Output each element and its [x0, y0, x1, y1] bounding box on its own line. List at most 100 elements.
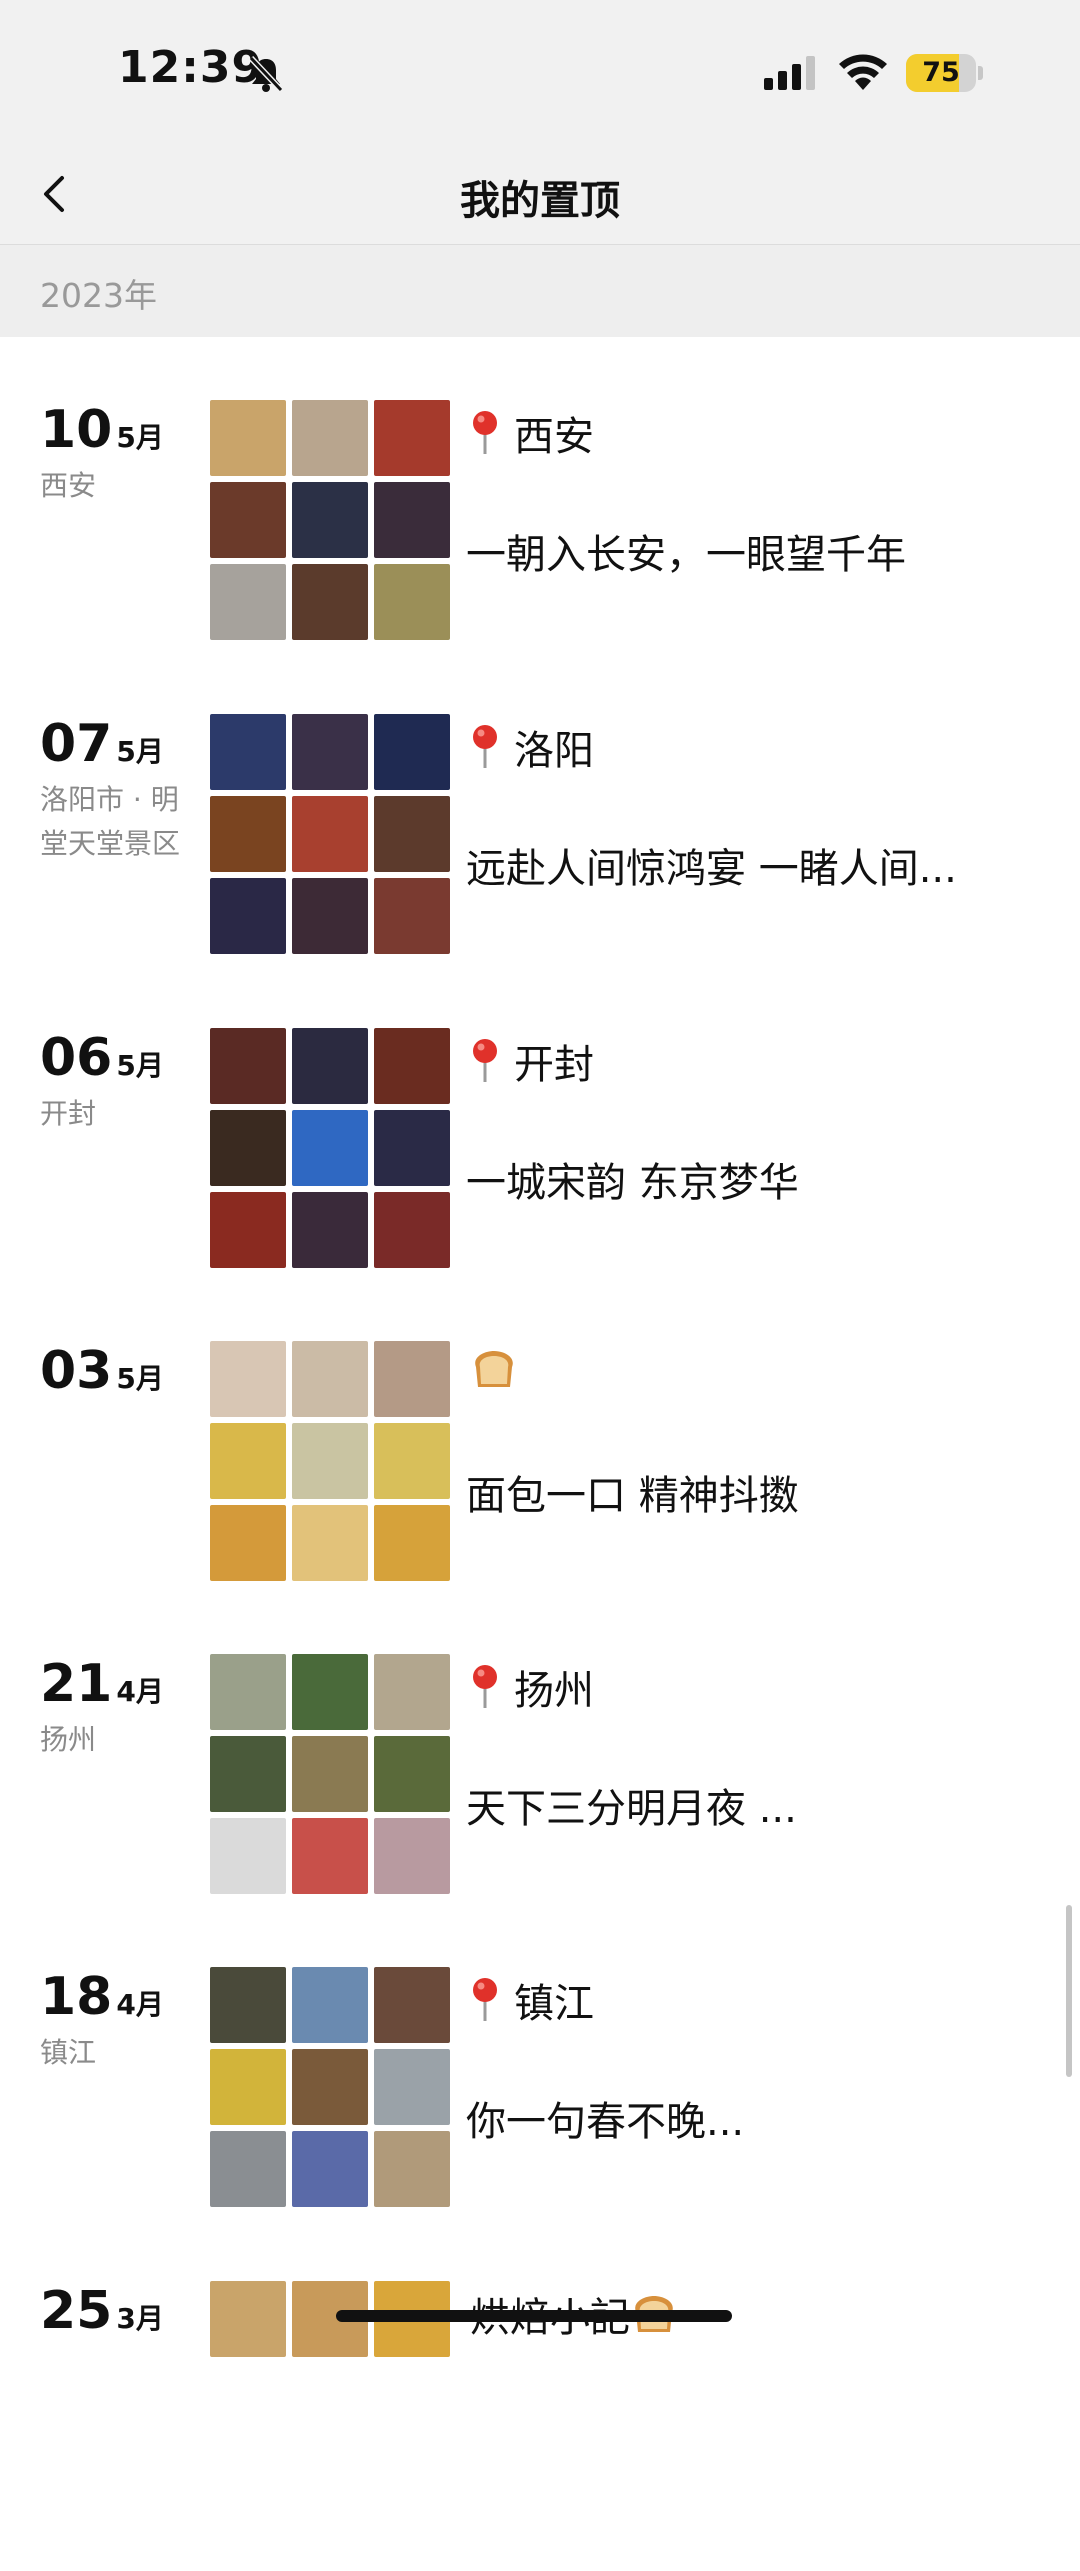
photo-thumbnail [210, 1341, 286, 1417]
entry-month: 4月 [116, 1988, 164, 2021]
entry-day: 03 [40, 1341, 113, 1401]
photo-thumbnail [210, 878, 286, 954]
photo-grid[interactable] [210, 1028, 450, 1268]
photo-thumbnail [374, 2131, 450, 2207]
photo-thumbnail [292, 1110, 368, 1186]
entry-caption: 远赴人间惊鸿宴 一睹人间... [466, 846, 957, 892]
entry-date: 25 3月 [40, 2281, 190, 2341]
status-bar: 12:39 75 [0, 0, 1080, 150]
photo-thumbnail [374, 1736, 450, 1812]
photo-thumbnail [374, 1341, 450, 1417]
photo-thumbnail [292, 1654, 368, 1730]
entry-place: 镇江 [40, 2036, 97, 2069]
photo-thumbnail [374, 1192, 450, 1268]
photo-thumbnail [210, 796, 286, 872]
entry-location-line: 镇江 [470, 1971, 594, 2029]
photo-thumbnail [292, 2131, 368, 2207]
photo-thumbnail [292, 400, 368, 476]
entry-day: 06 [40, 1028, 113, 1088]
photo-thumbnail [374, 796, 450, 872]
photo-thumbnail [292, 1736, 368, 1812]
pinned-entry[interactable]: 07 5月 洛阳市 · 明堂天堂景区 洛阳 远赴人间惊鸿宴 一睹人间... [0, 714, 1080, 1004]
photo-thumbnail [292, 1341, 368, 1417]
photo-thumbnail [292, 1423, 368, 1499]
entry-place: 洛阳市 · 明堂天堂景区 [40, 783, 181, 860]
pinned-entry[interactable]: 18 4月 镇江 镇江 你一句春不晚... [0, 1967, 1080, 2257]
photo-thumbnail [210, 1505, 286, 1581]
scroll-indicator[interactable] [1066, 1905, 1072, 2077]
entry-location-line: 洛阳 [470, 718, 594, 776]
entry-date: 06 5月 开封 [40, 1028, 190, 1136]
photo-thumbnail [210, 2281, 286, 2357]
entry-month: 5月 [116, 735, 164, 768]
photo-thumbnail [374, 1654, 450, 1730]
entry-date: 18 4月 镇江 [40, 1967, 190, 2075]
battery-indicator: 75 [906, 54, 984, 92]
photo-thumbnail [210, 400, 286, 476]
photo-thumbnail [292, 714, 368, 790]
photo-thumbnail [292, 878, 368, 954]
pin-icon [470, 410, 500, 456]
entry-location: 洛阳 [514, 728, 594, 774]
photo-thumbnail [210, 1423, 286, 1499]
photo-grid[interactable] [210, 400, 450, 640]
entry-location: 扬州 [514, 1668, 594, 1714]
entry-day: 25 [40, 2281, 113, 2341]
pinned-entry[interactable]: 10 5月 西安 西安 一朝入长安，一眼望千年 [0, 400, 1080, 690]
pinned-entry[interactable]: 06 5月 开封 开封 一城宋韵 东京梦华 [0, 1028, 1080, 1318]
entry-location-line: 扬州 [470, 1658, 594, 1716]
pin-icon [470, 1038, 500, 1084]
entry-month: 5月 [116, 421, 164, 454]
photo-thumbnail [374, 482, 450, 558]
home-indicator[interactable] [336, 2310, 732, 2322]
entry-location: 镇江 [514, 1981, 594, 2027]
entry-date: 07 5月 洛阳市 · 明堂天堂景区 [40, 714, 190, 866]
entry-month: 4月 [116, 1675, 164, 1708]
photo-thumbnail [210, 714, 286, 790]
photo-grid[interactable] [210, 714, 450, 954]
photo-thumbnail [210, 1654, 286, 1730]
photo-thumbnail [210, 2049, 286, 2125]
photo-thumbnail [374, 400, 450, 476]
photo-thumbnail [374, 2049, 450, 2125]
photo-thumbnail [374, 1967, 450, 2043]
battery-level: 75 [922, 57, 960, 88]
status-time: 12:39 [118, 42, 264, 93]
entry-location: 开封 [514, 1042, 594, 1088]
photo-thumbnail [292, 564, 368, 640]
page-title: 我的置顶 [460, 178, 620, 224]
pin-icon [470, 1664, 500, 1710]
nav-bar: 我的置顶 [0, 150, 1080, 245]
pinned-entry[interactable]: 21 4月 扬州 扬州天下三分明月夜 ... [0, 1654, 1080, 1944]
photo-thumbnail [292, 1505, 368, 1581]
entry-location: 西安 [514, 414, 594, 460]
photo-thumbnail [374, 878, 450, 954]
pinned-entry[interactable]: 03 5月面包一口 精神抖擞 [0, 1341, 1080, 1631]
entry-place: 开封 [40, 1097, 97, 1130]
bread-icon [470, 1345, 518, 1393]
photo-grid[interactable] [210, 1341, 450, 1581]
entry-location-line: 开封 [470, 1032, 594, 1090]
year-section-header: 2023年 [0, 245, 1080, 337]
entry-date: 21 4月 扬州 [40, 1654, 190, 1762]
battery-tip [978, 66, 983, 80]
photo-thumbnail [210, 1192, 286, 1268]
photo-thumbnail [210, 1736, 286, 1812]
entry-month: 5月 [116, 1362, 164, 1395]
photo-grid[interactable] [210, 1654, 450, 1894]
wifi-icon [839, 54, 887, 90]
entry-caption: 天下三分明月夜 ... [466, 1786, 797, 1832]
entry-date: 10 5月 西安 [40, 400, 190, 508]
pinned-entry[interactable]: 253月烘焙小記 [0, 2281, 1080, 2571]
photo-thumbnail [292, 1967, 368, 2043]
photo-thumbnail [292, 1028, 368, 1104]
entry-caption: 面包一口 精神抖擞 [466, 1473, 799, 1519]
photo-thumbnail [374, 714, 450, 790]
entry-month: 3月 [116, 2302, 164, 2335]
photo-thumbnail [292, 482, 368, 558]
photo-thumbnail [210, 2131, 286, 2207]
photo-thumbnail [210, 564, 286, 640]
photo-thumbnail [374, 1818, 450, 1894]
photo-grid[interactable] [210, 1967, 450, 2207]
year-label: 2023年 [40, 276, 157, 315]
